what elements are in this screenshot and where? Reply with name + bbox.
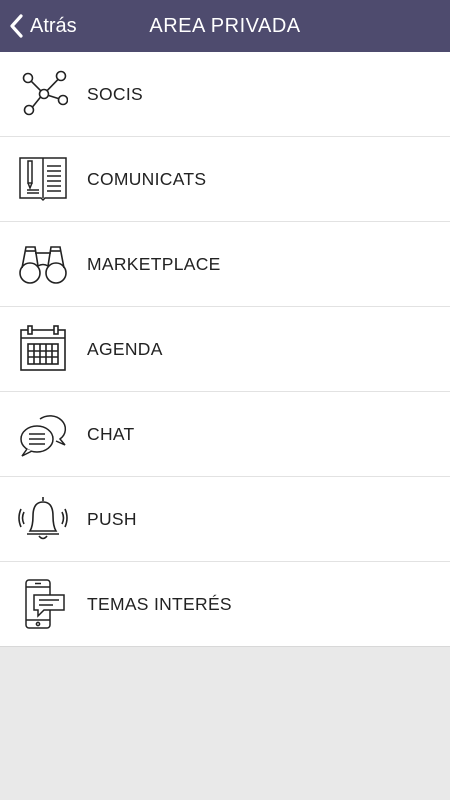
menu-item-socis[interactable]: SOCIS — [0, 52, 450, 137]
menu-item-chat[interactable]: CHAT — [0, 392, 450, 477]
menu-item-label: COMUNICATS — [87, 168, 207, 189]
page-title: AREA PRIVADA — [149, 15, 301, 37]
menu-item-comunicats[interactable]: COMUNICATS — [0, 137, 450, 222]
menu-item-label: PUSH — [87, 508, 137, 529]
empty-background — [0, 648, 450, 800]
menu-item-label: SOCIS — [87, 83, 143, 104]
notebook-pen-icon — [18, 154, 68, 204]
menu-item-label: MARKETPLACE — [87, 253, 221, 274]
bell-icon — [18, 494, 68, 544]
calendar-icon — [18, 324, 68, 374]
menu-item-label: AGENDA — [87, 338, 163, 359]
network-icon — [18, 69, 68, 119]
chat-bubbles-icon — [18, 409, 68, 459]
phone-message-icon — [18, 579, 68, 629]
menu-item-marketplace[interactable]: MARKETPLACE — [0, 222, 450, 307]
menu-item-label: CHAT — [87, 423, 135, 444]
app-header: Atrás AREA PRIVADA — [0, 0, 450, 52]
binoculars-icon — [18, 239, 68, 289]
menu-item-temas-interes[interactable]: TEMAS INTERÉS — [0, 562, 450, 647]
menu-item-label: TEMAS INTERÉS — [87, 593, 232, 614]
menu-list: SOCIS COMUNICATS MARKETPLACE AGENDA CHAT… — [0, 52, 450, 647]
menu-item-agenda[interactable]: AGENDA — [0, 307, 450, 392]
menu-item-push[interactable]: PUSH — [0, 477, 450, 562]
